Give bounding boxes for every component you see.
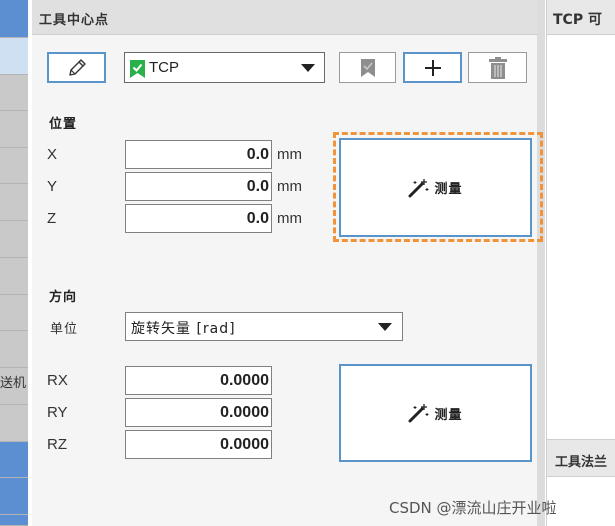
measure-label: 测量 xyxy=(434,182,463,197)
rotation-ry-field[interactable]: 0.0000 xyxy=(125,398,272,427)
rotation-rx-field[interactable]: 0.0000 xyxy=(125,366,272,395)
nav-item-active[interactable] xyxy=(0,38,28,75)
right-panel-title: TCP 可 xyxy=(553,12,602,28)
position-title: 位置 xyxy=(49,117,78,132)
measure-orientation-button[interactable]: 测量 xyxy=(339,364,532,462)
position-x-field[interactable]: 0.0 xyxy=(125,140,272,169)
position-z-field[interactable]: 0.0 xyxy=(125,204,272,233)
panel-divider[interactable] xyxy=(537,0,545,526)
unit-label: mm xyxy=(277,146,302,163)
orientation-unit-select[interactable]: 旋转矢量 [rad] xyxy=(125,312,403,341)
flag-icon xyxy=(130,60,145,78)
delete-button[interactable] xyxy=(468,52,527,83)
orientation-unit-value: 旋转矢量 [rad] xyxy=(131,321,236,337)
edit-button[interactable] xyxy=(47,52,106,83)
orientation-unit-label: 单位 xyxy=(50,322,79,337)
tcp-select-value: TCP xyxy=(149,59,179,76)
chevron-down-icon xyxy=(301,64,315,72)
left-nav: 送机 xyxy=(0,0,28,526)
nav-item[interactable] xyxy=(0,331,28,368)
nav-partial-label: 送机 xyxy=(0,376,27,391)
right-panel-header: TCP 可 xyxy=(547,0,615,35)
tool-flange-header: 工具法兰 xyxy=(547,439,615,477)
nav-item[interactable] xyxy=(0,75,28,111)
nav-item[interactable] xyxy=(0,442,28,478)
pencil-icon xyxy=(68,58,86,76)
bookmark-icon xyxy=(360,58,375,77)
axis-label-z: Z xyxy=(47,210,57,227)
axis-label-rz: RZ xyxy=(47,436,67,453)
measure-position-button[interactable]: 测量 xyxy=(339,138,532,237)
measure-label: 测量 xyxy=(434,407,463,423)
chevron-down-icon xyxy=(378,323,392,331)
tcp-select[interactable]: TCP xyxy=(124,52,325,83)
tool-flange-title: 工具法兰 xyxy=(555,455,608,470)
unit-label: mm xyxy=(277,210,302,227)
watermark: CSDN @漂流山庄开业啦 xyxy=(389,499,557,517)
panel-title: 工具中心点 xyxy=(39,13,110,28)
plus-icon xyxy=(424,59,441,76)
nav-item[interactable] xyxy=(0,295,28,331)
right-panel: TCP 可 工具法兰 xyxy=(546,0,615,526)
position-y-field[interactable]: 0.0 xyxy=(125,172,272,201)
nav-item[interactable] xyxy=(0,405,28,442)
nav-item[interactable] xyxy=(0,0,28,38)
nav-item[interactable] xyxy=(0,148,28,184)
nav-item[interactable] xyxy=(0,478,28,515)
bookmark-button[interactable] xyxy=(339,52,396,83)
rotation-rz-field[interactable]: 0.0000 xyxy=(125,430,272,459)
add-button[interactable] xyxy=(403,52,462,83)
axis-label-x: X xyxy=(47,146,58,163)
axis-label-y: Y xyxy=(47,178,58,195)
nav-item[interactable] xyxy=(0,515,28,526)
nav-item[interactable] xyxy=(0,184,28,221)
axis-label-rx: RX xyxy=(47,372,68,389)
nav-item[interactable] xyxy=(0,111,28,148)
panel-header: 工具中心点 xyxy=(32,0,544,35)
trash-icon xyxy=(488,56,507,79)
nav-item[interactable] xyxy=(0,221,28,258)
orientation-title: 方向 xyxy=(49,290,78,305)
axis-label-ry: RY xyxy=(47,404,68,421)
unit-label: mm xyxy=(277,178,302,195)
magic-wand-icon xyxy=(408,404,429,423)
nav-item[interactable] xyxy=(0,258,28,295)
magic-wand-icon xyxy=(408,178,429,197)
